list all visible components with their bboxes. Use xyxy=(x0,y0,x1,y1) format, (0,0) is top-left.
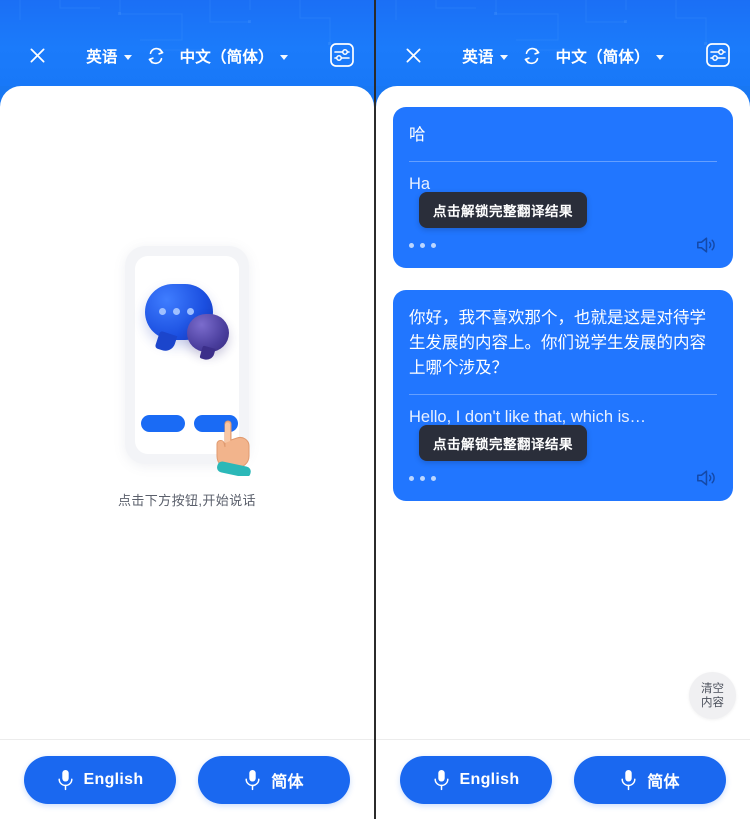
settings-button[interactable] xyxy=(704,41,732,69)
phone-illustration xyxy=(125,246,251,476)
right-header-row: 英语 中文（简体） xyxy=(376,38,750,74)
swap-languages-icon xyxy=(524,47,540,65)
swap-languages-button[interactable] xyxy=(145,45,167,67)
message-source-text: 你好，我不喜欢那个，也就是这是对待学生发展的内容上。你们说学生发展的内容上哪个涉… xyxy=(409,309,706,377)
more-dots-icon[interactable] xyxy=(409,475,436,481)
dual-screenshot-container: 英语 中文（简体） 点击下方按钮,开始说话 English 简体 英语 中文（简… xyxy=(0,0,750,819)
clear-content-button[interactable]: 清空 内容 xyxy=(689,672,736,719)
left-panel: 英语 中文（简体） 点击下方按钮,开始说话 English 简体 xyxy=(0,0,374,819)
speaker-icon[interactable] xyxy=(695,468,717,488)
target-language-selector[interactable]: 中文（简体） xyxy=(180,45,288,67)
illustration-typing-dots xyxy=(159,308,194,315)
microphone-icon xyxy=(57,769,73,790)
translation-area: Ha 点击解锁完整翻译结果 xyxy=(409,173,717,228)
speaker-icon[interactable] xyxy=(695,235,717,255)
chevron-down-icon xyxy=(499,54,508,60)
microphone-icon xyxy=(433,769,449,790)
clear-content-label-line1: 清空 xyxy=(701,682,724,695)
mic-button-chinese[interactable]: 简体 xyxy=(198,755,350,804)
target-language-label: 中文（简体） xyxy=(179,49,274,66)
pointing-hand-icon xyxy=(216,420,251,476)
chevron-down-icon xyxy=(655,54,664,60)
left-header: 英语 中文（简体） xyxy=(0,0,374,86)
right-header: 英语 中文（简体） xyxy=(376,0,750,86)
swap-languages-button[interactable] xyxy=(521,45,543,67)
unlock-full-translation-button[interactable]: 点击解锁完整翻译结果 xyxy=(419,425,587,461)
mic-button-english[interactable]: English xyxy=(24,755,176,804)
right-bottom-bar: English 简体 xyxy=(376,739,750,819)
illustration-chat-bubble-small xyxy=(187,314,229,352)
mic-button-english-label: English xyxy=(83,770,144,788)
left-bottom-bar: English 简体 xyxy=(0,739,374,819)
source-language-selector[interactable]: 英语 xyxy=(86,45,132,67)
mic-button-english[interactable]: English xyxy=(400,755,552,804)
translation-area: Hello, I don't like that, which is… 点击解锁… xyxy=(409,406,717,461)
message-bubble[interactable]: 你好，我不喜欢那个，也就是这是对待学生发展的内容上。你们说学生发展的内容上哪个涉… xyxy=(393,290,733,501)
left-content-sheet: 点击下方按钮,开始说话 English 简体 xyxy=(0,86,374,819)
message-source-text: 哈 xyxy=(409,126,426,144)
target-language-selector[interactable]: 中文（简体） xyxy=(556,45,664,67)
illustration-mic-button-left xyxy=(141,415,185,432)
clear-content-label-line2: 内容 xyxy=(701,696,724,709)
mic-button-chinese[interactable]: 简体 xyxy=(574,755,726,804)
mic-button-english-label: English xyxy=(459,770,520,788)
bubble-footer xyxy=(409,235,717,255)
left-header-row: 英语 中文（简体） xyxy=(0,38,374,74)
right-panel: 英语 中文（简体） 哈 Ha 点击解锁完整翻译结果 你好，我不喜欢那个，也就是这… xyxy=(374,0,750,819)
empty-state-hint: 点击下方按钮,开始说话 xyxy=(117,493,256,508)
empty-state: 点击下方按钮,开始说话 xyxy=(0,246,374,509)
settings-sliders-icon xyxy=(706,43,730,67)
right-content-sheet: 哈 Ha 点击解锁完整翻译结果 你好，我不喜欢那个，也就是这是对待学生发展的内容… xyxy=(376,86,750,819)
source-language-selector[interactable]: 英语 xyxy=(462,45,508,67)
chevron-down-icon xyxy=(279,54,288,60)
more-dots-icon[interactable] xyxy=(409,242,436,248)
source-language-label: 英语 xyxy=(86,49,118,66)
swap-languages-icon xyxy=(148,47,164,65)
message-bubble[interactable]: 哈 Ha 点击解锁完整翻译结果 xyxy=(393,107,733,268)
settings-sliders-icon xyxy=(330,43,354,67)
source-language-label: 英语 xyxy=(462,49,494,66)
settings-button[interactable] xyxy=(328,41,356,69)
bubble-divider xyxy=(409,161,717,162)
target-language-label: 中文（简体） xyxy=(555,49,650,66)
bubble-footer xyxy=(409,468,717,488)
chevron-down-icon xyxy=(123,54,132,60)
unlock-full-translation-button[interactable]: 点击解锁完整翻译结果 xyxy=(419,192,587,228)
language-selector-group: 英语 中文（简体） xyxy=(0,38,374,74)
mic-button-chinese-label: 简体 xyxy=(271,773,304,791)
language-selector-group: 英语 中文（简体） xyxy=(376,38,750,74)
microphone-icon xyxy=(621,769,636,790)
phone-screen xyxy=(135,256,251,476)
microphone-icon xyxy=(245,769,260,790)
bubble-divider xyxy=(409,394,717,395)
mic-button-chinese-label: 简体 xyxy=(647,773,680,791)
